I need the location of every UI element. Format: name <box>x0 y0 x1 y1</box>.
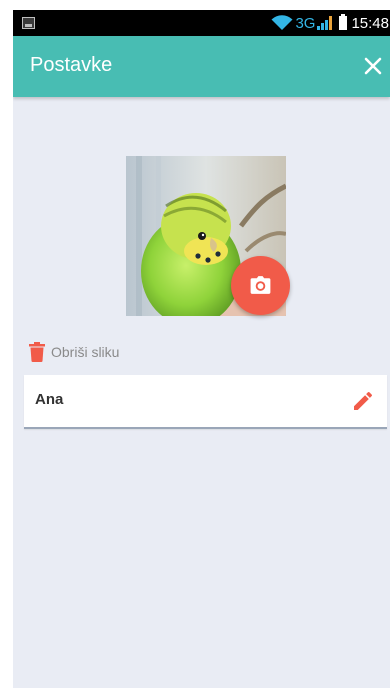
status-bar: 3G 15:48 <box>13 10 390 36</box>
status-indicators: 3G 15:48 <box>271 12 389 34</box>
pencil-icon <box>354 391 373 410</box>
trash-icon <box>28 342 46 362</box>
change-photo-button[interactable] <box>231 256 290 315</box>
close-button[interactable] <box>360 53 386 79</box>
close-icon <box>364 57 382 75</box>
delete-photo-label: Obriši sliku <box>51 344 120 360</box>
settings-screen: 3G 15:48 Postavke Obriši sliku Ana <box>13 10 390 688</box>
battery-icon <box>339 14 348 30</box>
signal-icon <box>315 16 333 30</box>
wifi-icon <box>271 15 293 31</box>
page-title: Postavke <box>30 54 113 76</box>
camera-icon <box>250 276 271 294</box>
image-notification-icon <box>22 17 35 29</box>
name-field[interactable]: Ana <box>24 375 387 429</box>
network-type-label: 3G <box>295 14 316 32</box>
delete-photo-button[interactable]: Obriši sliku <box>28 341 119 363</box>
name-value: Ana <box>35 391 64 408</box>
status-clock: 15:48 <box>351 14 389 32</box>
edit-name-button[interactable] <box>351 389 375 413</box>
app-bar: Postavke <box>13 36 390 97</box>
